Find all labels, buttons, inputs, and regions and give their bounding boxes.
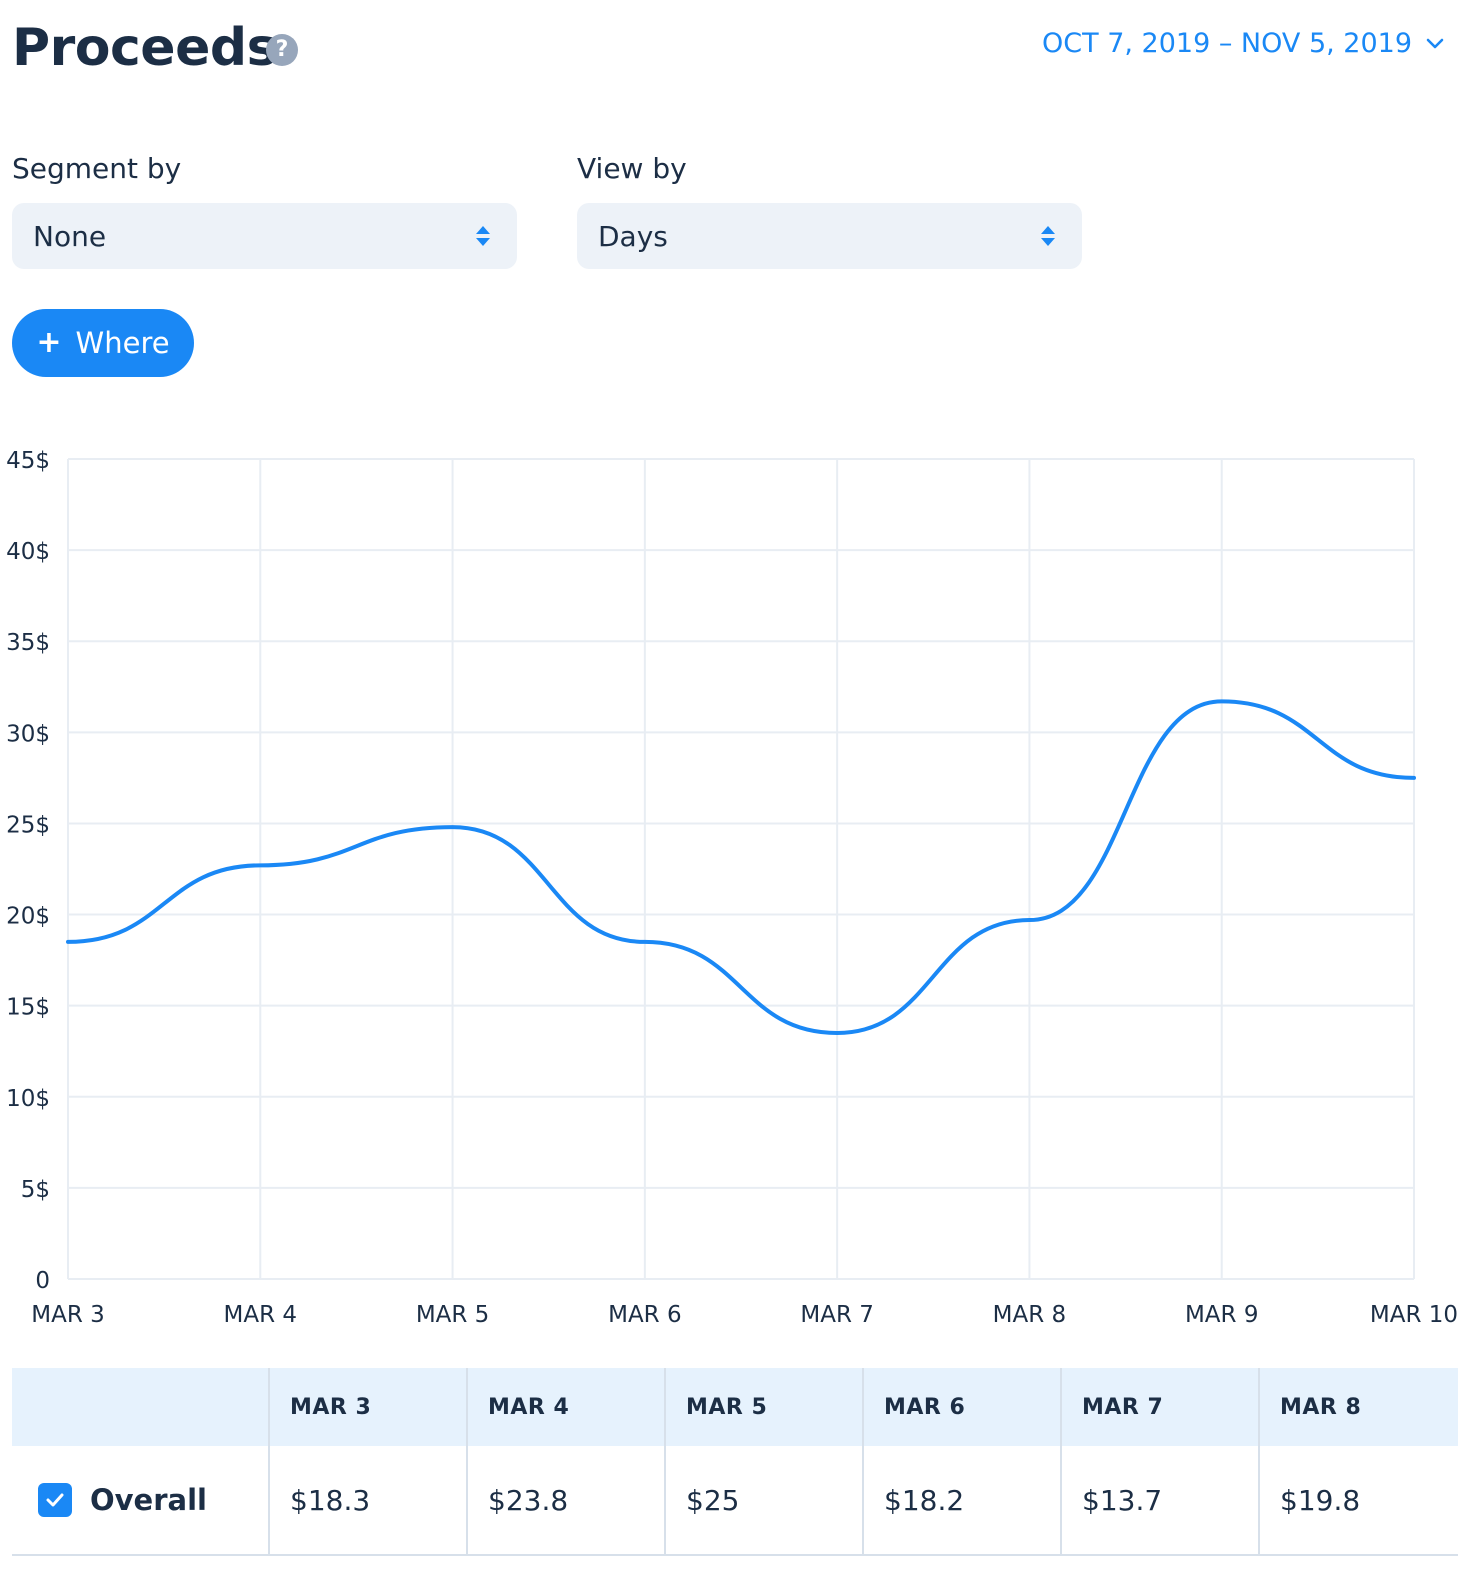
- view-by-select[interactable]: Days: [577, 203, 1082, 269]
- view-by-label: View by: [577, 152, 687, 185]
- page-title: Proceeds: [12, 18, 278, 78]
- y-tick-label: 30$: [6, 721, 50, 747]
- x-tick-label: MAR 7: [800, 1302, 874, 1328]
- x-tick-label: MAR 3: [31, 1302, 105, 1328]
- overall-label: Overall: [90, 1483, 207, 1517]
- date-range-label: OCT 7, 2019 – NOV 5, 2019: [1042, 28, 1412, 59]
- x-tick-label: MAR 10: [1370, 1302, 1458, 1328]
- table-cell: $25: [664, 1446, 862, 1554]
- y-tick-label: 15$: [6, 995, 50, 1021]
- series-line: [66, 699, 1416, 1036]
- plus-icon: +: [36, 325, 62, 360]
- y-tick-label: 25$: [6, 812, 50, 838]
- help-icon[interactable]: ?: [266, 34, 298, 66]
- sort-arrows-icon: [1041, 226, 1055, 246]
- x-tick-label: MAR 5: [416, 1302, 490, 1328]
- table-header-cell: MAR 8: [1258, 1368, 1456, 1446]
- y-tick-label: 5$: [21, 1177, 50, 1203]
- x-tick-label: MAR 8: [993, 1302, 1067, 1328]
- segment-by-select[interactable]: None: [12, 203, 517, 269]
- date-range-picker[interactable]: OCT 7, 2019 – NOV 5, 2019: [1042, 28, 1444, 59]
- x-tick-label: MAR 9: [1185, 1302, 1259, 1328]
- table-cell: $18.3: [268, 1446, 466, 1554]
- y-tick-label: 0: [35, 1268, 50, 1294]
- y-tick-label: 45$: [6, 448, 50, 474]
- segment-by-value: None: [33, 220, 107, 253]
- x-tick-label: MAR 6: [608, 1302, 682, 1328]
- table-cell: $18.2: [862, 1446, 1060, 1554]
- add-where-button[interactable]: + Where: [12, 309, 194, 377]
- table-header-row: MAR 3 MAR 4 MAR 5 MAR 6 MAR 7 MAR 8: [12, 1368, 1458, 1446]
- table-row: Overall $18.3 $23.8 $25 $18.2 $13.7 $19.…: [12, 1446, 1458, 1556]
- checkmark-icon: [46, 1493, 64, 1507]
- sort-arrows-icon: [476, 226, 490, 246]
- row-label-cell: Overall: [12, 1446, 268, 1554]
- y-tick-label: 10$: [6, 1086, 50, 1112]
- chevron-down-icon: [1426, 38, 1444, 48]
- table-cell: $19.8: [1258, 1446, 1456, 1554]
- table-cell: $13.7: [1060, 1446, 1258, 1554]
- segment-by-label: Segment by: [12, 152, 182, 185]
- table-cell: $23.8: [466, 1446, 664, 1554]
- table-header-empty: [12, 1368, 268, 1446]
- y-tick-label: 20$: [6, 904, 50, 930]
- overall-checkbox[interactable]: [38, 1483, 72, 1517]
- table-header-cell: MAR 7: [1060, 1368, 1258, 1446]
- table-header-cell: MAR 6: [862, 1368, 1060, 1446]
- proceeds-table: MAR 3 MAR 4 MAR 5 MAR 6 MAR 7 MAR 8 Over…: [12, 1368, 1458, 1556]
- table-header-cell: MAR 5: [664, 1368, 862, 1446]
- view-by-value: Days: [598, 220, 668, 253]
- x-tick-label: MAR 4: [224, 1302, 298, 1328]
- y-tick-label: 40$: [6, 539, 50, 565]
- proceeds-line-chart: 0 5$ 10$ 15$ 20$ 25$ 30$ 35$ 40$ 45$ MAR 3 MAR 4 MAR…: [6, 448, 1458, 1328]
- where-button-label: Where: [75, 326, 170, 360]
- table-header-cell: MAR 4: [466, 1368, 664, 1446]
- table-header-cell: MAR 3: [268, 1368, 466, 1446]
- y-tick-label: 35$: [6, 630, 50, 656]
